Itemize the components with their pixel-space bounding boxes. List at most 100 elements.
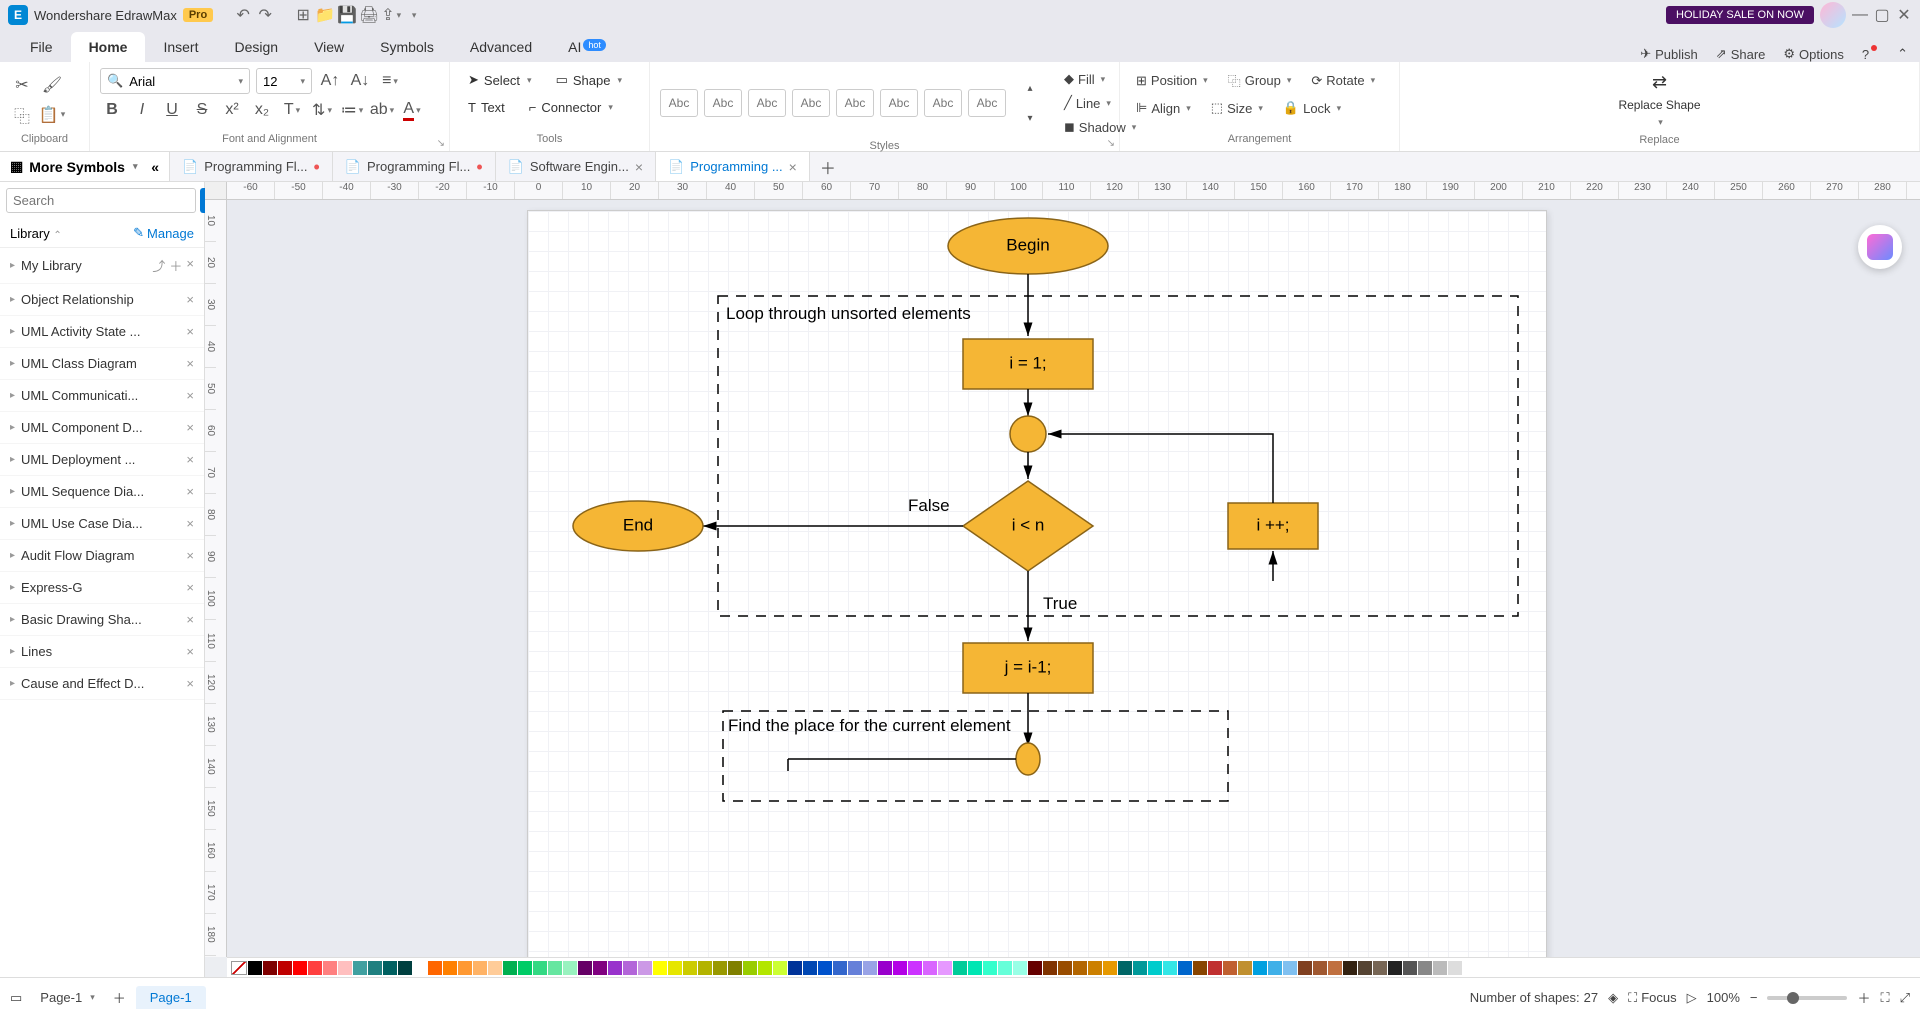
color-swatch[interactable] [1073,961,1087,975]
page-tab-active[interactable]: Page-1 [136,986,206,1009]
color-swatch[interactable] [788,961,802,975]
menu-ai[interactable]: AIhot [550,32,624,62]
collapse-ribbon-button[interactable]: ⌃ [1897,46,1908,62]
library-item[interactable]: ▸UML Component D...× [0,412,204,444]
close-tab-icon[interactable]: × [635,159,643,175]
color-swatch[interactable] [428,961,442,975]
library-item[interactable]: ▸UML Activity State ...× [0,316,204,348]
group-button[interactable]: ⿻Group▾ [1222,68,1298,93]
color-swatch[interactable] [488,961,502,975]
undo-icon[interactable]: ↶ [235,7,251,23]
library-item[interactable]: ▸UML Communicati...× [0,380,204,412]
color-swatch[interactable] [1103,961,1117,975]
inner-merge-shape[interactable] [1016,743,1040,775]
style-preset[interactable]: Abc [968,89,1006,117]
collapse-panel-icon[interactable]: « [151,159,159,175]
color-swatch[interactable] [458,961,472,975]
color-swatch[interactable] [713,961,727,975]
menu-advanced[interactable]: Advanced [452,32,550,62]
italic-icon[interactable]: I [130,98,154,122]
print-icon[interactable]: 🖨 [361,7,377,23]
color-swatch[interactable] [338,961,352,975]
color-swatch[interactable] [1238,961,1252,975]
font-size-select[interactable]: 12▾ [256,68,312,94]
color-swatch[interactable] [1373,961,1387,975]
library-item[interactable]: ▸Cause and Effect D...× [0,668,204,700]
open-icon[interactable]: 📁 [317,7,333,23]
font-family-select[interactable]: 🔍Arial▾ [100,68,250,94]
minimize-icon[interactable]: — [1852,7,1868,23]
add-document-tab[interactable]: ＋ [810,152,846,181]
color-swatch[interactable] [1418,961,1432,975]
color-swatch[interactable] [383,961,397,975]
color-swatch[interactable] [1403,961,1417,975]
color-swatch[interactable] [608,961,622,975]
color-swatch[interactable] [773,961,787,975]
text-align-icon[interactable]: ≡▾ [378,69,402,93]
bullets-icon[interactable]: ≔▾ [340,98,364,122]
color-swatch[interactable] [518,961,532,975]
style-preset[interactable]: Abc [880,89,918,117]
color-swatch[interactable] [923,961,937,975]
library-item[interactable]: ▸Lines× [0,636,204,668]
font-color-icon[interactable]: A▾ [400,98,424,122]
menu-home[interactable]: Home [71,32,146,62]
canvas-viewport[interactable]: Loop through unsorted elements Begin i =… [227,200,1920,957]
select-tool[interactable]: ➤Select▾ [460,68,540,92]
strikethrough-icon[interactable]: S [190,98,214,122]
menu-file[interactable]: File [12,32,71,62]
color-swatch[interactable] [623,961,637,975]
lock-button[interactable]: 🔒Lock▾ [1277,97,1347,119]
color-swatch[interactable] [443,961,457,975]
lib-close-icon[interactable]: × [186,644,194,659]
cut-icon[interactable]: ✂ [10,73,34,97]
color-swatch[interactable] [1088,961,1102,975]
save-icon[interactable]: 💾 [339,7,355,23]
color-swatch[interactable] [908,961,922,975]
no-fill-swatch[interactable] [231,961,247,975]
lib-add-icon[interactable]: ＋ [169,256,182,275]
library-item[interactable]: ▸My Library⤴＋× [0,248,204,284]
color-swatch[interactable] [563,961,577,975]
color-swatch[interactable] [1448,961,1462,975]
menu-view[interactable]: View [296,32,362,62]
color-swatch[interactable] [1223,961,1237,975]
lib-close-icon[interactable]: × [186,292,194,307]
superscript-icon[interactable]: x² [220,98,244,122]
layers-icon[interactable]: ◈ [1608,990,1618,1006]
gallery-down-icon[interactable]: ▾ [1018,106,1042,130]
edge-inc-merge[interactable] [1048,434,1273,503]
color-swatch[interactable] [533,961,547,975]
size-button[interactable]: ⬚Size▾ [1205,97,1269,119]
ai-assistant-float-button[interactable] [1858,225,1902,269]
add-page-button[interactable]: ＋ [113,988,126,1007]
copy-icon[interactable]: ⿻ [10,103,34,127]
presentation-icon[interactable]: ▷ [1687,990,1697,1006]
library-label[interactable]: Library ⌃ [10,226,62,241]
color-swatch[interactable] [353,961,367,975]
color-swatch[interactable] [668,961,682,975]
color-swatch[interactable] [308,961,322,975]
color-swatch[interactable] [278,961,292,975]
lib-close-icon[interactable]: × [186,676,194,691]
color-swatch[interactable] [638,961,652,975]
color-swatch[interactable] [1178,961,1192,975]
color-swatch[interactable] [1148,961,1162,975]
color-swatch[interactable] [1208,961,1222,975]
color-swatch[interactable] [893,961,907,975]
color-swatch[interactable] [1283,961,1297,975]
color-swatch[interactable] [1058,961,1072,975]
menu-symbols[interactable]: Symbols [362,32,452,62]
library-item[interactable]: ▸Basic Drawing Sha...× [0,604,204,636]
lib-close-icon[interactable]: × [186,452,194,467]
color-swatch[interactable] [743,961,757,975]
zoom-in-button[interactable]: ＋ [1857,988,1870,1007]
lib-close-icon[interactable]: × [186,548,194,563]
color-swatch[interactable] [1028,961,1042,975]
color-swatch[interactable] [323,961,337,975]
highlight-icon[interactable]: ab▾ [370,98,394,122]
color-swatch[interactable] [1268,961,1282,975]
style-preset[interactable]: Abc [704,89,742,117]
color-swatch[interactable] [548,961,562,975]
subscript-icon[interactable]: x₂ [250,98,274,122]
